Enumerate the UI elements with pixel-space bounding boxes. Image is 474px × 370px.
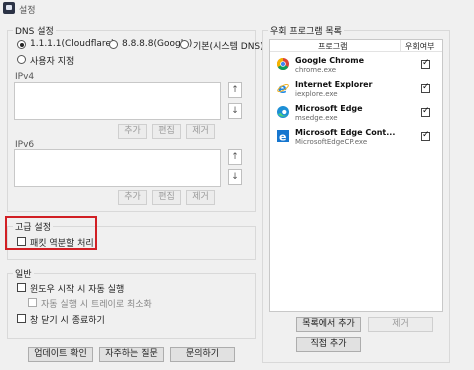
title-bar: 설정 xyxy=(0,0,474,17)
column-separator xyxy=(400,40,401,52)
list-item[interactable]: e Microsoft Edge Cont... MicrosoftEdgeCP… xyxy=(270,126,442,149)
ipv4-edit-button[interactable]: 편집 xyxy=(152,124,181,139)
svg-text:e: e xyxy=(279,131,286,143)
ipv6-remove-button[interactable]: 제거 xyxy=(186,190,215,205)
program-exe: chrome.exe xyxy=(295,66,337,74)
bypass-checkbox[interactable] xyxy=(421,106,430,117)
autostart-label[interactable]: 윈도우 시작 시 자동 실행 xyxy=(30,282,124,295)
list-item[interactable]: Microsoft Edge msedge.exe xyxy=(270,102,442,125)
bypass-checkbox[interactable] xyxy=(421,58,430,69)
list-item[interactable]: e Internet Explorer iexplore.exe xyxy=(270,78,442,101)
dns-option-cloudflare-radio[interactable] xyxy=(17,40,26,49)
bypass-programs-legend: 우회 프로그램 목록 xyxy=(268,24,344,37)
program-exe: MicrosoftEdgeCP.exe xyxy=(295,138,368,146)
app-icon xyxy=(3,2,15,14)
internet-explorer-icon: e xyxy=(277,82,289,94)
program-exe: msedge.exe xyxy=(295,114,338,122)
add-from-list-button[interactable]: 목록에서 추가 xyxy=(296,317,361,332)
close-exit-label[interactable]: 창 닫기 시 종료하기 xyxy=(30,313,105,326)
ipv6-list[interactable] xyxy=(14,149,221,187)
chrome-icon xyxy=(277,58,289,70)
ipv4-remove-button[interactable]: 제거 xyxy=(186,124,215,139)
dns-option-custom-radio[interactable] xyxy=(17,55,26,64)
ipv6-move-up-button[interactable]: ↑ xyxy=(228,149,242,165)
program-name: Microsoft Edge Cont... xyxy=(295,128,396,137)
minimize-tray-checkbox[interactable] xyxy=(28,298,37,307)
program-exe: iexplore.exe xyxy=(295,90,338,98)
column-header-bypass[interactable]: 우회여부 xyxy=(405,41,434,52)
bypass-checkbox[interactable] xyxy=(421,130,430,141)
dns-option-system-radio[interactable] xyxy=(180,40,189,49)
ipv4-label: IPv4 xyxy=(15,72,35,82)
ipv4-list[interactable] xyxy=(14,82,221,120)
autostart-checkbox[interactable] xyxy=(17,283,26,292)
dns-option-custom-label[interactable]: 사용자 지정 xyxy=(30,54,74,67)
ipv6-edit-button[interactable]: 편집 xyxy=(152,190,181,205)
list-header: 프로그램 우회여부 xyxy=(270,40,442,52)
bypass-checkbox[interactable] xyxy=(421,82,430,93)
ipv4-move-down-button[interactable]: ↓ xyxy=(228,103,242,119)
add-direct-button[interactable]: 직접 추가 xyxy=(296,337,361,352)
column-header-program[interactable]: 프로그램 xyxy=(318,41,347,52)
close-exit-checkbox[interactable] xyxy=(17,314,26,323)
dns-option-google-radio[interactable] xyxy=(109,40,118,49)
window-title: 설정 xyxy=(19,6,36,16)
dns-option-system-label[interactable]: 기본(시스템 DNS) xyxy=(193,39,264,52)
bypass-program-list[interactable]: 프로그램 우회여부 Google Chrome chrome.exe e Int… xyxy=(269,39,443,312)
ipv6-move-down-button[interactable]: ↓ xyxy=(228,169,242,185)
minimize-tray-label[interactable]: 자동 실행 시 트레이로 최소화 xyxy=(41,297,152,310)
dns-option-cloudflare-label[interactable]: 1.1.1.1(Cloudflare) xyxy=(30,39,114,49)
check-update-button[interactable]: 업데이트 확인 xyxy=(28,347,93,362)
program-name: Microsoft Edge xyxy=(295,104,363,113)
general-legend: 일반 xyxy=(13,267,34,280)
faq-button[interactable]: 자주하는 질문 xyxy=(99,347,164,362)
remove-program-button[interactable]: 제거 xyxy=(368,317,433,332)
ipv6-add-button[interactable]: 추가 xyxy=(118,190,147,205)
ipv4-move-up-button[interactable]: ↑ xyxy=(228,82,242,98)
contact-button[interactable]: 문의하기 xyxy=(170,347,235,362)
ipv4-add-button[interactable]: 추가 xyxy=(118,124,147,139)
edge-icon xyxy=(277,106,289,118)
program-name: Google Chrome xyxy=(295,56,365,65)
program-name: Internet Explorer xyxy=(295,80,373,89)
dns-settings-legend: DNS 설정 xyxy=(13,24,56,37)
list-item[interactable]: Google Chrome chrome.exe xyxy=(270,54,442,77)
advanced-settings-highlight xyxy=(5,216,97,250)
edge-legacy-icon: e xyxy=(277,130,289,142)
